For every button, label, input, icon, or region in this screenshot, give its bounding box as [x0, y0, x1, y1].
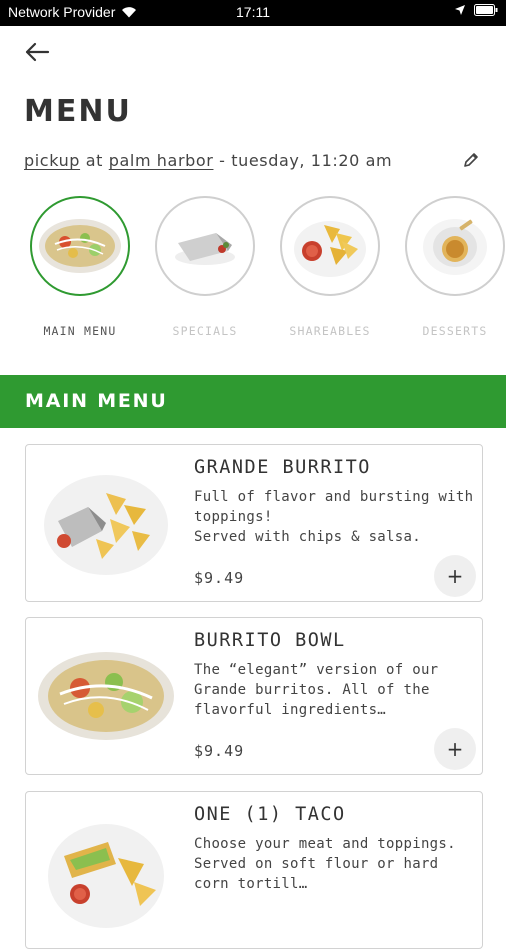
- category-label: SPECIALS: [172, 324, 238, 338]
- item-description-line-2: Served with chips & salsa.: [194, 529, 421, 545]
- burrito-bowl-icon: [39, 219, 121, 273]
- clock: 17:11: [236, 4, 270, 20]
- item-price: $9.49: [194, 742, 245, 760]
- category-main-menu[interactable]: MAIN MENU: [25, 196, 135, 338]
- location-arrow-icon: [455, 5, 465, 15]
- chips-salsa-icon: [294, 221, 366, 277]
- taco-image: [48, 824, 164, 928]
- status-bar: Network Provider 17:11: [0, 0, 506, 26]
- category-specials[interactable]: SPECIALS: [150, 196, 260, 338]
- category-label: SHAREABLES: [289, 324, 371, 338]
- category-carousel: MAIN MENU SPECIALS SHAREABLES DESSERTS: [0, 196, 506, 346]
- category-desserts[interactable]: DESSERTS: [400, 196, 506, 338]
- add-to-cart-button[interactable]: +: [434, 728, 476, 770]
- burrito-icon: [175, 233, 235, 265]
- category-label: MAIN MENU: [43, 324, 117, 338]
- pickup-connector: at: [80, 151, 109, 170]
- menu-item-card-burrito-bowl[interactable]: BURRITO BOWL The “elegant” version of ou…: [25, 617, 483, 775]
- edit-pencil-icon[interactable]: [462, 151, 480, 169]
- flan-icon: [423, 219, 487, 275]
- item-name: GRANDE BURRITO: [194, 457, 371, 478]
- pickup-mode-link[interactable]: pickup: [24, 151, 80, 170]
- menu-item-card-one-taco[interactable]: ONE (1) TACO Choose your meat and toppin…: [25, 791, 483, 949]
- item-price: $9.49: [194, 569, 245, 587]
- back-arrow-icon[interactable]: [22, 38, 52, 66]
- section-banner: MAIN MENU: [0, 375, 506, 428]
- page-title: MENU: [24, 94, 132, 129]
- section-title: MAIN MENU: [25, 390, 168, 412]
- item-name: BURRITO BOWL: [194, 630, 346, 651]
- item-name: ONE (1) TACO: [194, 804, 346, 825]
- pickup-datetime: - tuesday, 11:20 am: [213, 151, 393, 170]
- burrito-bowl-image: [38, 652, 174, 740]
- add-to-cart-button[interactable]: +: [434, 555, 476, 597]
- menu-item-card-grande-burrito[interactable]: GRANDE BURRITO Full of flavor and bursti…: [25, 444, 483, 602]
- item-description: Full of flavor and bursting with topping…: [194, 487, 476, 547]
- battery-icon: [474, 4, 498, 16]
- pickup-location-link[interactable]: palm harbor: [109, 151, 214, 170]
- item-description-line-1: Full of flavor and bursting with topping…: [194, 489, 474, 525]
- grande-burrito-image: [44, 475, 168, 575]
- category-shareables[interactable]: SHAREABLES: [275, 196, 385, 338]
- pickup-info: pickup at palm harbor - tuesday, 11:20 a…: [24, 151, 392, 170]
- category-label: DESSERTS: [422, 324, 488, 338]
- item-description: The “elegant” version of our Grande burr…: [194, 662, 439, 718]
- item-description: Choose your meat and toppings. Served on…: [194, 836, 456, 892]
